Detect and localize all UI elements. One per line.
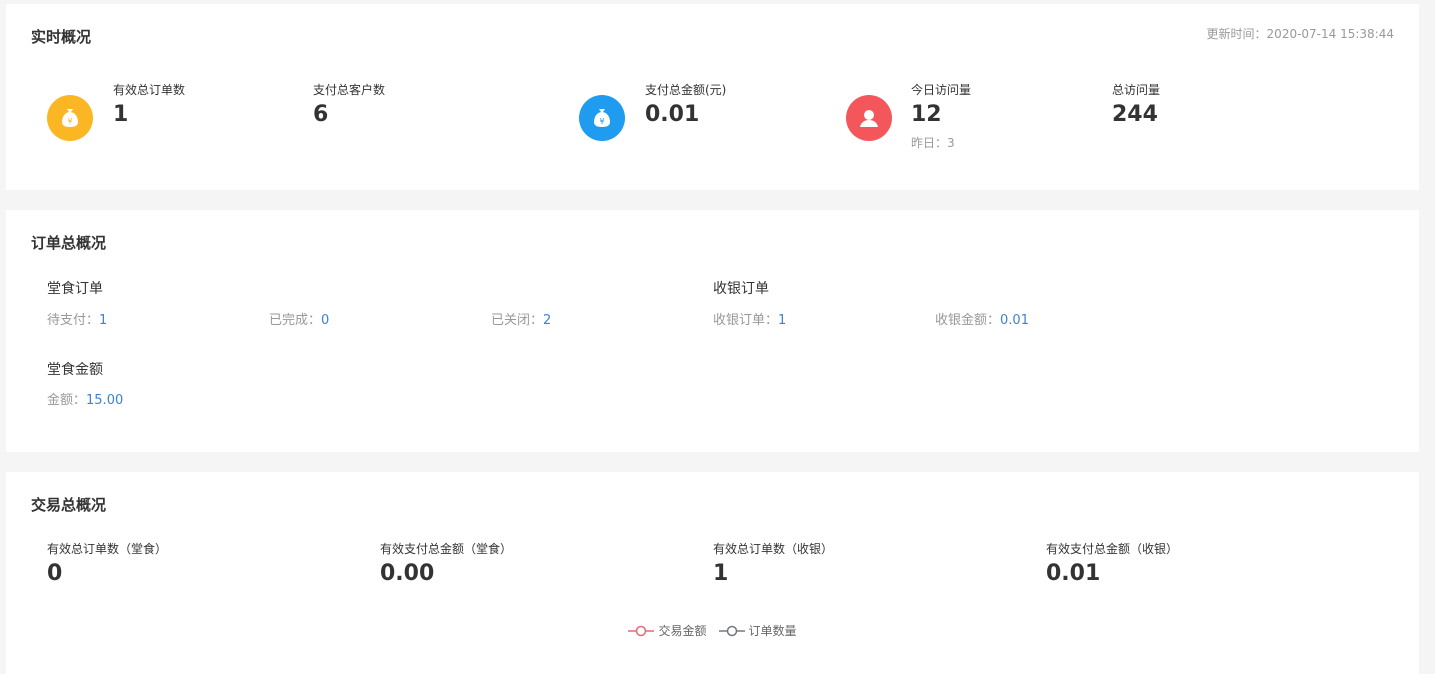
kv-label: 已关闭：	[491, 313, 544, 328]
stat-value: 0.00	[380, 561, 435, 586]
kv-label: 已完成：	[269, 313, 322, 328]
chart-legend: 交易金额 订单数量	[6, 622, 1419, 639]
order-overview-card: 订单总概况 堂食订单 待支付：1 已完成：0 已关闭：2 收银订单 收银订单：1…	[6, 210, 1419, 452]
completed: 已完成：0	[269, 309, 329, 328]
order-overview-title: 订单总概况	[31, 234, 107, 252]
txn-cashier-amount: 有效支付总金额（收银） 0.01	[1046, 542, 1178, 587]
legend-label: 交易金额	[658, 624, 707, 638]
stat-value: 1	[113, 102, 129, 127]
stat-today-visits: 今日访问量 12 昨日：3	[911, 83, 971, 151]
cashier-order-count: 收银订单：1	[713, 309, 786, 328]
stat-label: 有效总订单数（收银）	[713, 542, 834, 556]
kv-value: 1	[778, 313, 787, 328]
stat-value: 0.01	[1046, 561, 1101, 586]
updated-time: 更新时间：2020-07-14 15:38:44	[1207, 25, 1394, 42]
yesterday-label: 昨日：	[911, 136, 948, 150]
svg-text:¥: ¥	[599, 117, 604, 126]
yesterday-visits: 昨日：3	[911, 134, 971, 151]
kv-value: 0	[321, 313, 330, 328]
stat-value: 12	[911, 102, 942, 127]
svg-text:¥: ¥	[67, 117, 72, 126]
stat-value: 0.01	[645, 102, 700, 127]
stat-label: 支付总客户数	[313, 83, 386, 97]
stat-paying-customers: 支付总客户数 6	[313, 83, 385, 128]
yesterday-value: 3	[947, 136, 955, 150]
stat-value: 244	[1112, 102, 1158, 127]
stat-label: 总访问量	[1112, 83, 1161, 97]
stat-label: 有效总订单数	[113, 83, 186, 97]
dine-in-amount: 金额：15.00	[47, 389, 123, 408]
cashier-amount: 收银金额：0.01	[935, 309, 1029, 328]
stat-value: 0	[47, 561, 63, 586]
stat-label: 今日访问量	[911, 83, 972, 97]
transaction-overview-card: 交易总概况 有效总订单数（堂食） 0 有效支付总金额（堂食） 0.00 有效总订…	[6, 472, 1419, 674]
stat-label: 有效支付总金额（堂食）	[380, 542, 513, 556]
kv-label: 收银金额：	[935, 313, 1001, 328]
txn-dine-in-orders: 有效总订单数（堂食） 0	[47, 542, 167, 587]
kv-label: 金额：	[47, 393, 87, 408]
stat-total-paid: 支付总金额(元) 0.01	[645, 83, 726, 128]
line-marker-icon	[718, 625, 745, 636]
stat-label: 支付总金额(元)	[645, 83, 727, 97]
stat-value: 1	[713, 561, 729, 586]
dine-in-orders-title: 堂食订单	[47, 281, 103, 297]
legend-label: 订单数量	[748, 624, 797, 638]
stat-total-visits: 总访问量 244	[1112, 83, 1160, 128]
kv-value: 15.00	[86, 393, 124, 408]
line-marker-icon	[628, 625, 655, 636]
updated-time-value: 2020-07-14 15:38:44	[1266, 27, 1394, 41]
updated-time-label: 更新时间：	[1206, 27, 1267, 41]
legend-order-count[interactable]: 订单数量	[718, 622, 797, 639]
pending-payment: 待支付：1	[47, 309, 107, 328]
transaction-overview-title: 交易总概况	[31, 496, 107, 514]
legend-transaction-amount[interactable]: 交易金额	[628, 622, 707, 639]
txn-cashier-orders: 有效总订单数（收银） 1	[713, 542, 833, 587]
money-bag-icon: ¥	[579, 95, 625, 141]
stat-label: 有效支付总金额（收银）	[1046, 542, 1179, 556]
kv-value: 2	[543, 313, 552, 328]
stat-value: 6	[313, 102, 329, 127]
txn-dine-in-amount: 有效支付总金额（堂食） 0.00	[380, 542, 512, 587]
kv-label: 收银订单：	[713, 313, 779, 328]
kv-value: 1	[99, 313, 108, 328]
realtime-overview-card: 实时概况 更新时间：2020-07-14 15:38:44 ¥ 有效总订单数 1…	[6, 4, 1419, 190]
stat-valid-orders: 有效总订单数 1	[113, 83, 185, 128]
cashier-orders-title: 收银订单	[713, 281, 769, 297]
stat-label: 有效总订单数（堂食）	[47, 542, 168, 556]
closed: 已关闭：2	[491, 309, 551, 328]
kv-label: 待支付：	[47, 313, 100, 328]
dine-in-amount-title: 堂食金额	[47, 362, 103, 378]
kv-value: 0.01	[1000, 313, 1029, 328]
realtime-overview-title: 实时概况	[31, 28, 92, 46]
user-icon	[846, 95, 892, 141]
money-bag-icon: ¥	[47, 95, 93, 141]
